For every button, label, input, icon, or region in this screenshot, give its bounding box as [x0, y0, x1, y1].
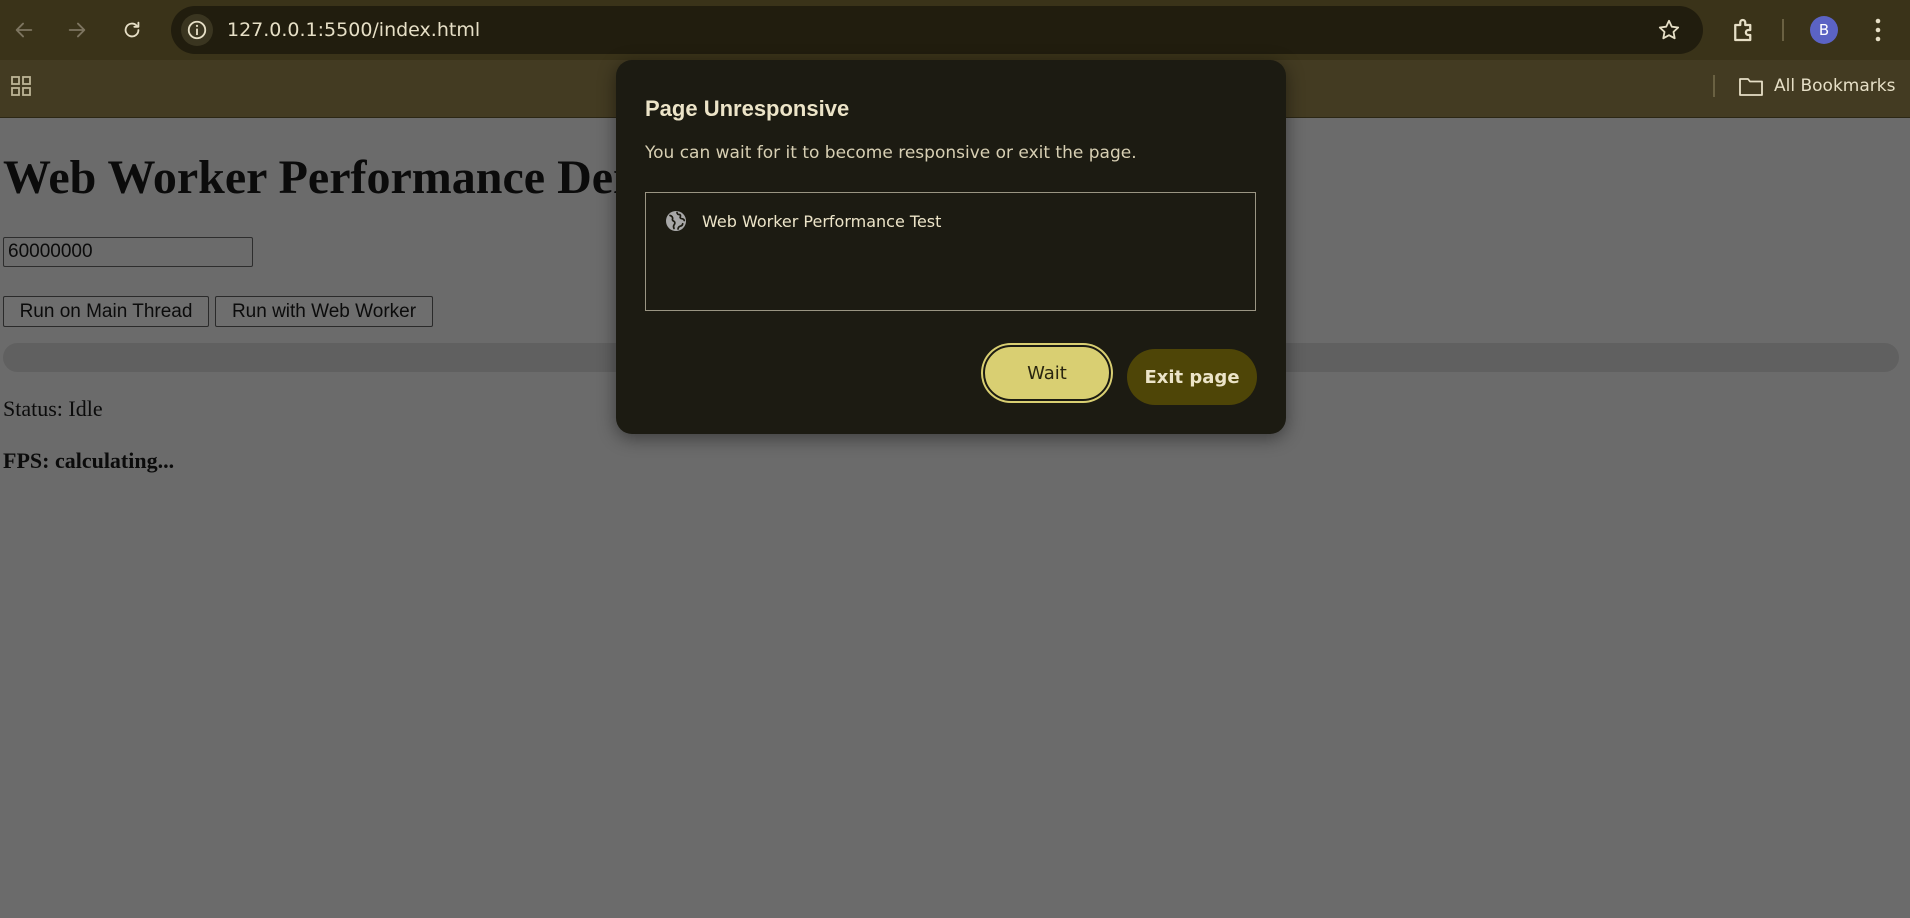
all-bookmarks-label: All Bookmarks: [1774, 76, 1896, 96]
unresponsive-page-list: Web Worker Performance Test: [645, 192, 1256, 311]
dialog-title: Page Unresponsive: [645, 96, 850, 121]
url-text[interactable]: 127.0.0.1:5500/index.html: [227, 19, 480, 41]
site-info-button[interactable]: [181, 14, 213, 46]
dialog-description: You can wait for it to become responsive…: [645, 143, 1137, 163]
globe-icon: [666, 211, 686, 231]
toolbar-divider: [1782, 19, 1784, 41]
page-title: Web Worker Performance Demo: [3, 151, 678, 204]
forward-button[interactable]: [59, 12, 95, 48]
extensions-icon[interactable]: [1729, 15, 1759, 45]
bookmark-star-icon[interactable]: [1657, 18, 1681, 42]
back-button[interactable]: [6, 12, 42, 48]
reload-icon: [124, 21, 140, 38]
run-main-thread-button[interactable]: Run on Main Thread: [3, 296, 209, 327]
browser-toolbar: 127.0.0.1:5500/index.html B: [0, 0, 1910, 60]
all-bookmarks-button[interactable]: All Bookmarks: [1738, 73, 1895, 99]
page-entry-label: Web Worker Performance Test: [702, 211, 942, 231]
run-web-worker-button[interactable]: Run with Web Worker: [215, 296, 433, 327]
iterations-input[interactable]: 60000000: [3, 237, 253, 267]
site-info-icon: [187, 20, 207, 40]
apps-grid-icon[interactable]: [9, 74, 33, 98]
avatar[interactable]: B: [1810, 16, 1838, 44]
address-bar[interactable]: 127.0.0.1:5500/index.html: [171, 6, 1703, 54]
folder-icon: [1739, 78, 1763, 96]
kebab-menu-icon[interactable]: [1868, 14, 1888, 46]
list-item: Web Worker Performance Test: [664, 209, 941, 233]
bookmarks-divider: [1713, 75, 1715, 97]
wait-button[interactable]: Wait: [983, 345, 1111, 401]
forward-icon: [68, 22, 86, 38]
exit-page-button[interactable]: Exit page: [1127, 349, 1257, 405]
reload-button[interactable]: [114, 12, 150, 48]
status-text: Status: Idle: [3, 396, 103, 421]
back-icon: [15, 22, 33, 38]
fps-text: FPS: calculating...: [3, 448, 175, 473]
page-unresponsive-dialog: Page Unresponsive You can wait for it to…: [616, 60, 1286, 434]
